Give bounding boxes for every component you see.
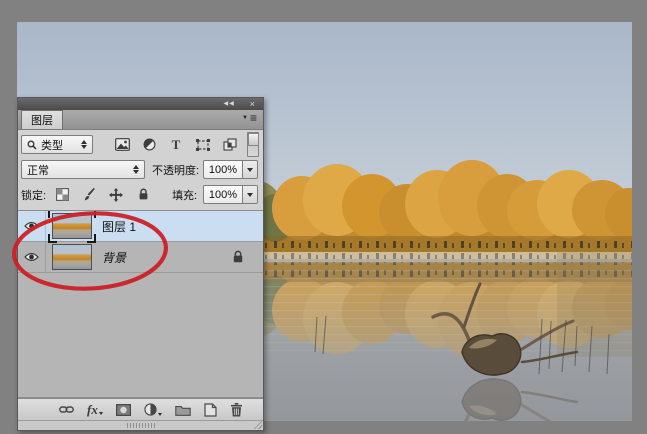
fill-label: 填充: [172,189,198,202]
filter-shape-layers-button[interactable] [194,136,212,153]
search-icon [27,140,37,150]
link-layers-button[interactable] [59,405,74,414]
lock-icon-group [53,186,152,203]
lock-position-button[interactable] [107,186,125,203]
filter-toggle-switch[interactable] [247,132,259,157]
panel-tab-strip: 图层 ▼ ≡ [18,110,263,130]
layer-style-button[interactable]: fx [87,402,103,417]
combo-spinner-icon [128,165,139,174]
filter-smart-objects-button[interactable] [221,136,239,153]
delete-layer-button[interactable] [230,402,243,417]
visibility-toggle[interactable] [18,211,46,241]
blend-row: 正常 不透明度: 100% [21,157,260,182]
blend-mode-value: 正常 [27,164,49,177]
layer-thumbnail[interactable] [48,211,96,243]
chevron-down-icon [247,192,253,197]
lock-pixels-button[interactable] [80,186,98,203]
lock-row: 锁定: 填充: 100% [21,182,260,207]
lock-icon [233,250,243,263]
fill-dropdown-button[interactable] [243,185,258,204]
layer-row-layer1[interactable]: 图层 1 [18,211,263,243]
combo-spinner-icon [76,140,87,149]
panel-resize-strip [18,420,263,430]
new-layer-button[interactable] [204,402,217,417]
adjustment-circle-icon [144,403,157,416]
layer-thumbnail-image [52,244,92,270]
layer-thumbnail[interactable] [52,244,92,270]
collapse-panel-icon[interactable]: ◀◀ [224,101,235,107]
smart-object-icon [223,138,237,151]
screenshot-stage: ◀◀ × 图层 ▼ ≡ 类型 T 正常 不透明度: 100% 锁定: 填充: 1… [0,0,647,434]
filter-adjustment-layers-button[interactable] [140,136,158,153]
new-group-button[interactable] [175,404,191,416]
new-layer-icon [204,402,217,417]
fill-input[interactable]: 100% [203,185,243,204]
resize-corner-grip[interactable] [253,420,262,429]
lock-label: 锁定: [21,189,47,202]
shape-icon [196,138,210,151]
image-icon [114,138,130,151]
fx-icon: fx [87,402,98,417]
layers-panel: ◀◀ × 图层 ▼ ≡ 类型 T 正常 不透明度: 100% 锁定: 填充: 1… [17,97,264,431]
background-lock-badge [232,250,244,264]
eye-icon [24,222,39,230]
filter-type-label: 类型 [41,139,63,152]
opacity-label: 不透明度: [152,164,200,177]
layer-name[interactable]: 背景 [102,249,126,266]
move-icon [109,187,124,202]
checkerboard-icon [55,188,69,201]
panel-menu-button[interactable]: ▼ ≡ [242,111,257,125]
new-adjustment-layer-button[interactable] [144,403,162,416]
filter-row: 类型 T [21,132,260,157]
adjustment-circle-icon [143,138,155,151]
chevron-down-icon [247,167,253,172]
eye-icon [24,253,39,261]
panel-bottom-toolbar: fx [18,398,263,420]
panel-header-bar: ◀◀ × [18,98,263,110]
layer-mask-icon [115,403,131,416]
opacity-dropdown-button[interactable] [243,160,258,179]
filter-type-select[interactable]: 类型 [21,135,93,154]
menu-lines-icon: ≡ [249,111,257,125]
filter-type-layers-button[interactable]: T [167,136,185,153]
type-icon: T [172,138,181,151]
visibility-toggle[interactable] [18,242,46,272]
layer-row-background[interactable]: 背景 [18,242,263,273]
folder-icon [175,405,191,416]
layer-list: 图层 1 背景 [18,211,263,398]
chevron-down-icon [98,412,103,415]
menu-arrow-icon: ▼ [242,115,248,121]
fill-value-group: 100% [203,185,258,204]
layer-thumbnail-image [52,213,92,239]
chain-link-icon [59,406,74,413]
panel-controls: 类型 T 正常 不透明度: 100% 锁定: 填充: 100% [18,130,263,211]
lock-transparency-button[interactable] [53,186,71,203]
lock-all-button[interactable] [134,186,152,203]
toggle-knob [248,133,259,146]
chevron-down-icon [157,413,162,416]
filter-pixel-layers-button[interactable] [113,136,131,153]
opacity-value-group: 100% [203,160,258,179]
lock-icon [139,188,147,200]
add-layer-mask-button[interactable] [115,403,131,416]
svg-text:T: T [172,138,181,151]
layer-name[interactable]: 图层 1 [102,218,136,235]
filter-icon-group: T [113,136,239,153]
brush-icon [84,187,96,200]
opacity-input[interactable]: 100% [203,160,243,179]
blend-mode-select[interactable]: 正常 [21,160,145,179]
resize-grip[interactable] [126,423,155,428]
close-panel-icon[interactable]: × [250,99,255,109]
trash-icon [230,402,242,416]
tab-layers[interactable]: 图层 [21,110,63,129]
